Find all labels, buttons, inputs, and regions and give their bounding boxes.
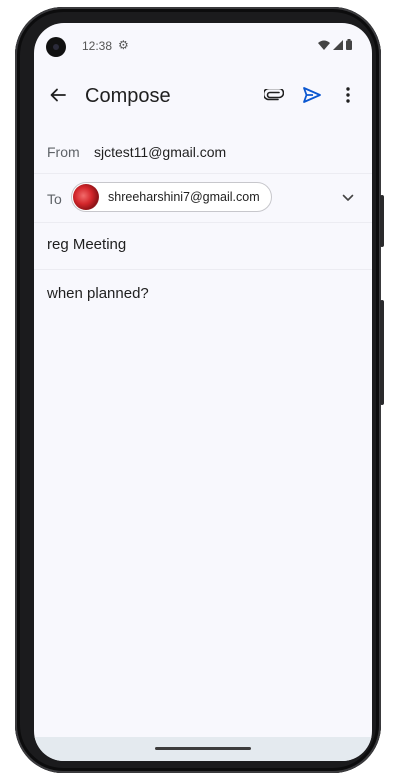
arrow-back-icon (50, 88, 66, 102)
settings-icon: ⚙ (118, 38, 129, 52)
navigation-bar (34, 737, 372, 761)
from-row[interactable]: From sjctest11@gmail.com (34, 133, 372, 173)
back-button[interactable] (46, 83, 70, 107)
subject-field[interactable]: reg Meeting (47, 236, 347, 253)
home-indicator[interactable] (155, 747, 251, 750)
attach-button[interactable] (262, 83, 286, 107)
power-button (380, 195, 384, 247)
body-row[interactable]: when planned? (34, 269, 372, 309)
subject-row[interactable]: reg Meeting (34, 222, 372, 270)
send-button[interactable] (300, 83, 324, 107)
body-field[interactable]: when planned? (47, 285, 347, 302)
screen: 12:38 ⚙ Compose From sjctest11@gmail.com… (34, 23, 372, 761)
more-options-button[interactable] (336, 83, 360, 107)
avatar (73, 184, 99, 210)
wifi-icon (318, 40, 330, 50)
attach-icon (264, 89, 284, 101)
status-icons (318, 39, 352, 50)
page-title: Compose (85, 85, 171, 107)
battery-icon (346, 39, 352, 50)
recipient-chip[interactable]: shreeharshini7@gmail.com (71, 182, 272, 212)
status-bar: 12:38 ⚙ (34, 23, 372, 71)
app-bar: Compose (34, 75, 372, 119)
status-time: 12:38 (82, 39, 113, 53)
to-label: To (47, 191, 62, 207)
recipient-email: shreeharshini7@gmail.com (108, 190, 260, 204)
from-address[interactable]: sjctest11@gmail.com (94, 144, 226, 160)
chevron-down-icon (342, 194, 354, 201)
expand-recipients-button[interactable] (336, 186, 360, 210)
front-camera (46, 37, 66, 57)
send-icon (303, 87, 321, 103)
volume-button (380, 300, 384, 405)
from-label: From (47, 144, 80, 160)
more-vert-icon (346, 87, 350, 103)
to-row[interactable]: To shreeharshini7@gmail.com (34, 173, 372, 223)
signal-icon (333, 39, 343, 50)
